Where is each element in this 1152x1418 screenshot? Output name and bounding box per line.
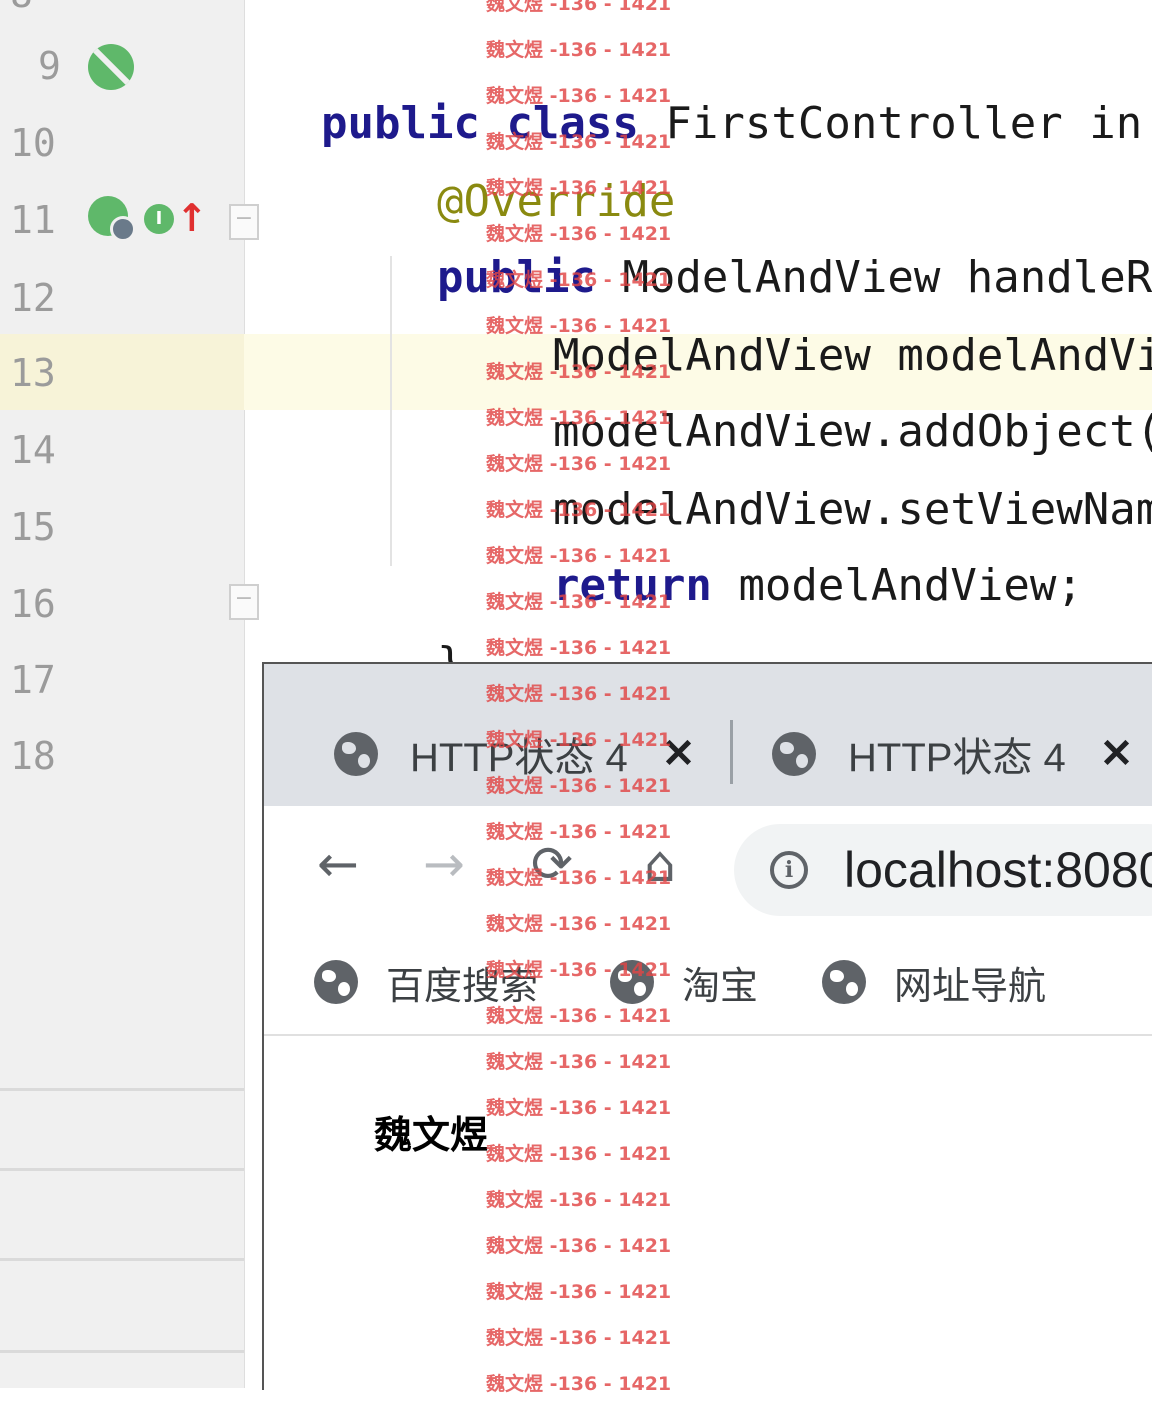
watermark-text: 魏文煜 -136 - 1421 xyxy=(486,1005,672,1027)
tab-title: HTTP状态 4 xyxy=(848,736,1066,780)
watermark-text: 魏文煜 -136 - 1421 xyxy=(486,683,672,705)
line-number: 10 xyxy=(10,121,56,165)
watermark-text: 魏文煜 -136 - 1421 xyxy=(486,1051,672,1073)
watermark-text: 魏文煜 -136 - 1421 xyxy=(486,637,672,659)
gutter-divider xyxy=(0,1258,244,1261)
watermark-text: 魏文煜 -136 - 1421 xyxy=(486,1281,672,1303)
globe-icon xyxy=(334,732,378,776)
watermark-text: 魏文煜 -136 - 1421 xyxy=(486,1373,672,1395)
watermark-text: 魏文煜 -136 - 1421 xyxy=(486,223,672,245)
bookmark-label: 淘宝 xyxy=(682,963,759,1008)
watermark-text: 魏文煜 -136 - 1421 xyxy=(486,85,672,107)
browser-window: HTTP状态 4 ✕ HTTP状态 4 ✕ ← → ⟳ ⌂ i localhos… xyxy=(262,662,1152,1390)
browser-toolbar: ← → ⟳ ⌂ i localhost:8080 xyxy=(264,806,1152,926)
back-button[interactable]: ← xyxy=(308,834,368,894)
web-mapping-icon[interactable] xyxy=(88,196,136,244)
watermark-text: 魏文煜 -136 - 1421 xyxy=(486,1189,672,1211)
gutter-divider xyxy=(0,1088,244,1091)
line-number: 13 xyxy=(10,351,56,395)
code-text: modelAndView; xyxy=(738,560,1083,611)
code-text: FirstController in xyxy=(665,98,1143,149)
watermark-text: 魏文煜 -136 - 1421 xyxy=(486,361,672,383)
watermark: 魏文煜 -136 - 1421 魏文煜 -136 - 1421 魏文煜 -136… xyxy=(486,0,686,1418)
gutter-divider xyxy=(0,1168,244,1171)
globe-icon xyxy=(314,960,358,1004)
watermark-text: 魏文煜 -136 - 1421 xyxy=(486,269,672,291)
watermark-text: 魏文煜 -136 - 1421 xyxy=(486,453,672,475)
watermark-text: 魏文煜 -136 - 1421 xyxy=(486,1235,672,1257)
watermark-text: 魏文煜 -136 - 1421 xyxy=(486,39,672,61)
line-number: 8 xyxy=(10,0,70,24)
watermark-text: 魏文煜 -136 - 1421 xyxy=(486,1097,672,1119)
forward-button[interactable]: → xyxy=(414,834,474,894)
address-bar[interactable]: i localhost:8080 xyxy=(734,824,1152,916)
url-text[interactable]: localhost:8080 xyxy=(844,841,1152,899)
watermark-text: 魏文煜 -136 - 1421 xyxy=(486,775,672,797)
watermark-text: 魏文煜 -136 - 1421 xyxy=(486,729,672,751)
info-icon[interactable]: i xyxy=(770,851,808,889)
page-content-text: 魏文煜 xyxy=(374,1113,489,1157)
watermark-text: 魏文煜 -136 - 1421 xyxy=(486,407,672,429)
watermark-text: 魏文煜 -136 - 1421 xyxy=(486,913,672,935)
watermark-text: 魏文煜 -136 - 1421 xyxy=(486,821,672,843)
line-number: 18 xyxy=(10,734,56,778)
close-icon[interactable]: ✕ xyxy=(1100,731,1134,777)
watermark-text: 魏文煜 -136 - 1421 xyxy=(486,545,672,567)
watermark-text: 魏文煜 -136 - 1421 xyxy=(486,1327,672,1349)
gutter-divider xyxy=(0,1350,244,1353)
globe-icon xyxy=(822,960,866,1004)
watermark-text: 魏文煜 -136 - 1421 xyxy=(486,1143,672,1165)
bookmark-item[interactable]: 网址导航 xyxy=(822,952,1046,1012)
line-number: 15 xyxy=(10,505,56,549)
watermark-text: 魏文煜 -136 - 1421 xyxy=(486,499,672,521)
tab-separator xyxy=(730,720,733,784)
line-number: 17 xyxy=(10,658,56,702)
line-number: 11 xyxy=(10,198,56,242)
watermark-text: 魏文煜 -136 - 1421 xyxy=(486,867,672,889)
line-number: 14 xyxy=(10,428,56,472)
line-number: 16 xyxy=(10,582,56,626)
watermark-text: 魏文煜 -136 - 1421 xyxy=(486,591,672,613)
watermark-text: 魏文煜 -136 - 1421 xyxy=(486,131,672,153)
globe-icon xyxy=(772,732,816,776)
browser-tab[interactable]: HTTP状态 4 ✕ xyxy=(772,714,1133,794)
fold-end-icon[interactable]: − xyxy=(229,584,259,620)
bookmark-label: 网址导航 xyxy=(894,963,1047,1008)
watermark-text: 魏文煜 -136 - 1421 xyxy=(486,177,672,199)
watermark-text: 魏文煜 -136 - 1421 xyxy=(486,959,672,981)
fold-collapse-icon[interactable]: − xyxy=(229,204,259,240)
watermark-text: 魏文煜 -136 - 1421 xyxy=(486,315,672,337)
watermark-text: 魏文煜 -136 - 1421 xyxy=(486,0,672,15)
implements-up-arrow-icon[interactable]: I ↑ xyxy=(144,198,208,242)
bookmarks-bar: 百度搜索 淘宝 网址导航 xyxy=(264,926,1152,1036)
tab-strip: HTTP状态 4 ✕ HTTP状态 4 ✕ xyxy=(264,664,1152,806)
line-number: 12 xyxy=(10,276,56,320)
spring-bean-icon[interactable] xyxy=(88,44,134,90)
